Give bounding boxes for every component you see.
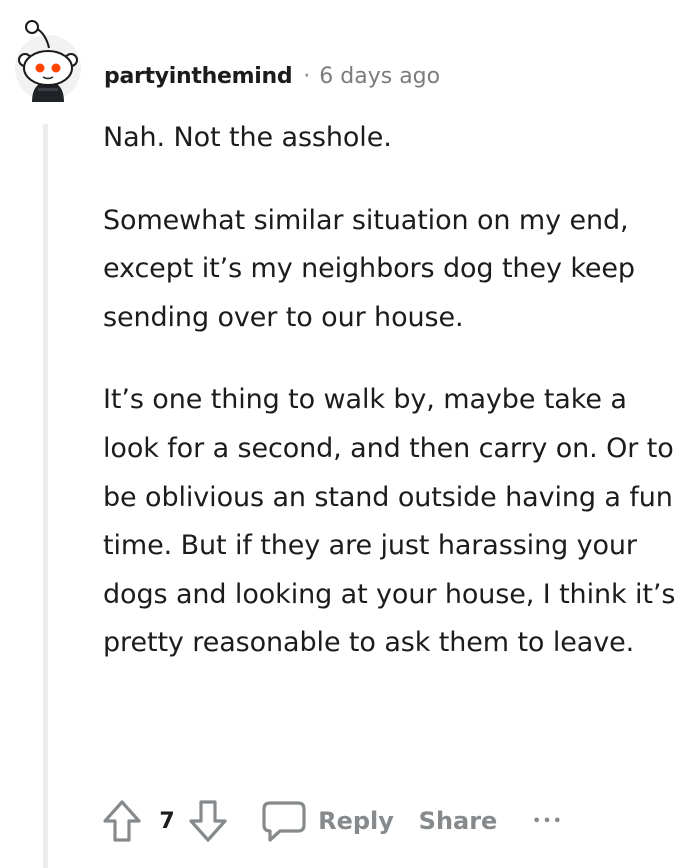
comment-bubble-button[interactable] xyxy=(256,796,312,846)
more-options-icon: ••• xyxy=(532,813,564,829)
comment-header: partyinthemind · 6 days ago xyxy=(104,60,440,92)
thread-collapse-line[interactable] xyxy=(43,124,48,868)
downvote-button[interactable] xyxy=(186,796,230,846)
comment-paragraph: Nah. Not the asshole. xyxy=(103,122,392,153)
reply-label: Reply xyxy=(318,807,394,835)
timestamp-link[interactable]: 6 days ago xyxy=(319,64,440,89)
share-label: Share xyxy=(418,807,498,835)
comment-paragraph: Somewhat similar situation on my end, ex… xyxy=(103,204,635,333)
downvote-arrow-icon xyxy=(189,800,227,842)
comment-bubble-icon xyxy=(262,801,306,842)
vote-count: 7 xyxy=(159,808,175,834)
separator-dot: · xyxy=(303,63,311,89)
vote-score: 7 xyxy=(152,796,182,846)
comment-action-bar: 7 Reply Share ••• xyxy=(100,796,680,846)
more-options-button[interactable]: ••• xyxy=(524,796,572,846)
reply-button[interactable]: Reply xyxy=(314,796,398,846)
user-avatar-icon[interactable] xyxy=(14,18,82,104)
share-button[interactable]: Share xyxy=(416,796,500,846)
username-link[interactable]: partyinthemind xyxy=(104,64,293,89)
comment-paragraph: It’s one thing to walk by, maybe take a … xyxy=(103,384,676,659)
upvote-arrow-icon xyxy=(103,800,141,842)
upvote-button[interactable] xyxy=(100,796,144,846)
comment-body: Nah. Not the asshole. Somewhat similar s… xyxy=(103,114,688,702)
